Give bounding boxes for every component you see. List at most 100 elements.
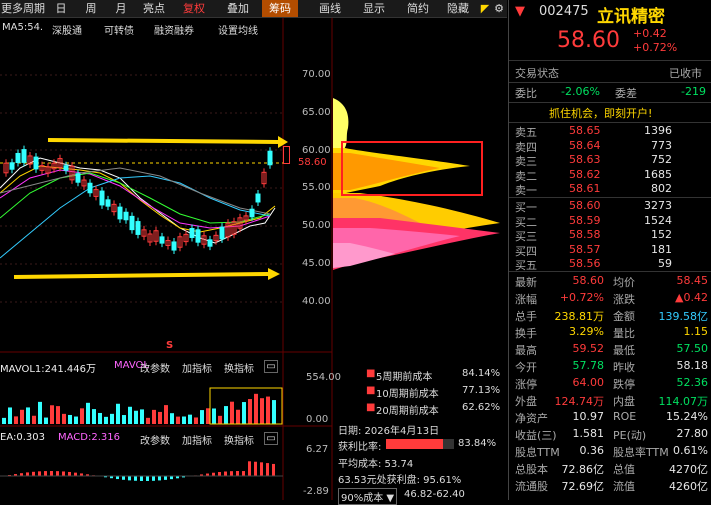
candle (118, 207, 122, 219)
volume-edit-params-button[interactable]: 改参数 (140, 360, 170, 375)
toolbar-chips[interactable]: 筹码 (262, 0, 298, 17)
bid-volume: 59 (658, 257, 672, 270)
stat-label: ROE (613, 410, 636, 423)
chip-profit-ratio-label: 获利比率: (338, 438, 381, 453)
bid-volume: 3273 (644, 199, 672, 212)
toolbar-day[interactable]: 日 (46, 0, 76, 17)
candle (88, 183, 92, 193)
volume-bar (260, 398, 264, 424)
candle (220, 227, 224, 239)
stat-label: 最高 (515, 342, 537, 358)
candle (208, 240, 212, 246)
bid-row[interactable]: 买一58.603273 (509, 199, 711, 214)
volume-bar (230, 402, 234, 424)
stat-value: 72.69亿 (562, 478, 605, 494)
volume-bar (32, 416, 36, 424)
bid-price: 58.57 (569, 243, 601, 256)
ask-row[interactable]: 卖二58.621685 (509, 168, 711, 183)
toolbar-simple[interactable]: 简约 (400, 0, 436, 17)
macd-bar (236, 471, 239, 476)
stat-row: 涨幅+0.72%涨跌▲0.42 (509, 291, 711, 306)
bid-row[interactable]: 买二58.591524 (509, 214, 711, 229)
chip-legend-marker-5: ■ (366, 368, 375, 379)
volume-axis-bottom: 0.00 (306, 414, 328, 425)
volume-bar (44, 418, 48, 424)
chip-cost-range-select[interactable]: 90%成本 ▼ (338, 488, 397, 505)
volume-bar (74, 417, 78, 424)
price-change: +0.42 (633, 27, 667, 40)
candle (106, 200, 110, 206)
chip-legend-20: 20周期前成本 (376, 402, 439, 417)
price-axis-label: 65.00 (302, 107, 331, 118)
toolbar-hide[interactable]: 隐藏 (440, 0, 476, 17)
ask-price: 58.63 (569, 153, 601, 166)
bid-row[interactable]: 买四58.57181 (509, 243, 711, 258)
volume-bar (26, 407, 30, 424)
volume-collapse-icon[interactable]: ▭ (264, 360, 278, 373)
ask-price: 58.64 (569, 139, 601, 152)
stat-row: 净资产10.97ROE15.24% (509, 410, 711, 425)
volume-bar (62, 414, 66, 424)
stat-value: 57.78 (573, 359, 605, 372)
ask-price: 58.62 (569, 168, 601, 181)
candle (22, 150, 26, 163)
stat-label: 昨收 (613, 359, 635, 375)
volume-add-indicator-button[interactable]: 加指标 (182, 360, 212, 375)
toolbar-week[interactable]: 周 (76, 0, 106, 17)
volume-bar (104, 417, 108, 424)
macd-legend: EA:0.303 (0, 432, 45, 443)
volume-bar (194, 417, 198, 424)
toolbar-fuquan[interactable]: 复权 (176, 0, 212, 17)
pin-icon[interactable]: ◤ (478, 0, 492, 17)
toolbar-overlay[interactable]: 叠加 (220, 0, 256, 17)
macd-legend-2: MACD:2.316 (58, 432, 120, 443)
bid-row[interactable]: 买五58.5659 (509, 257, 711, 272)
open-account-banner[interactable]: 抓住机会，即刻开户! (549, 105, 652, 121)
stat-label: 涨跌 (613, 291, 635, 307)
macd-bar (260, 462, 263, 476)
volume-bar (134, 411, 138, 424)
chip-cost-at-price: 63.53元处获利盘: 95.61% (338, 471, 461, 486)
stat-value: 1.581 (573, 427, 605, 440)
macd-switch-indicator-button[interactable]: 换指标 (224, 432, 254, 447)
bid-row[interactable]: 买三58.58152 (509, 228, 711, 243)
candle (16, 153, 20, 162)
stat-label: 流值 (613, 478, 635, 494)
gear-icon[interactable]: ⚙ (492, 0, 506, 17)
toolbar-draw[interactable]: 画线 (312, 0, 348, 17)
volume-bar (200, 410, 204, 424)
ask-row[interactable]: 卖三58.63752 (509, 153, 711, 168)
price-axis-label: 40.00 (302, 296, 331, 307)
ask-row[interactable]: 卖五58.651396 (509, 124, 711, 139)
volume-legend: MAVOL1:241.446万 (0, 360, 96, 375)
volume-bar (38, 402, 42, 424)
bid-volume: 181 (651, 243, 672, 256)
macd-bar (272, 464, 275, 476)
ask-row[interactable]: 卖一58.61802 (509, 182, 711, 197)
volume-bar (158, 412, 162, 424)
trade-status-row: 交易状态 已收市 (509, 65, 711, 80)
macd-bar (44, 471, 47, 476)
chip-distribution (333, 98, 500, 270)
stat-value: 57.50 (677, 342, 709, 355)
ask-volume: 752 (651, 153, 672, 166)
ask-row[interactable]: 卖四58.64773 (509, 139, 711, 154)
sell-marker: S (166, 340, 173, 351)
macd-axis-bottom: -2.89 (303, 486, 329, 497)
macd-edit-params-button[interactable]: 改参数 (140, 432, 170, 447)
toolbar-month[interactable]: 月 (106, 0, 136, 17)
chip-legend-20-value: 62.62% (462, 402, 500, 413)
volume-bar (110, 414, 114, 424)
candle (10, 163, 14, 169)
toolbar-more-periods[interactable]: 更多周期 (0, 0, 46, 17)
stat-label: 股息率TTM (613, 444, 669, 460)
stat-label: 最新 (515, 274, 537, 290)
macd-collapse-icon[interactable]: ▭ (264, 432, 278, 445)
toolbar-highlights[interactable]: 亮点 (136, 0, 172, 17)
stat-row: 股息TTM0.36股息率TTM0.61% (509, 444, 711, 459)
stat-label: 总股本 (515, 461, 548, 477)
volume-switch-indicator-button[interactable]: 换指标 (224, 360, 254, 375)
macd-add-indicator-button[interactable]: 加指标 (182, 432, 212, 447)
toolbar-display[interactable]: 显示 (354, 0, 394, 17)
quote-dropdown-icon[interactable]: ▼ (515, 4, 525, 19)
